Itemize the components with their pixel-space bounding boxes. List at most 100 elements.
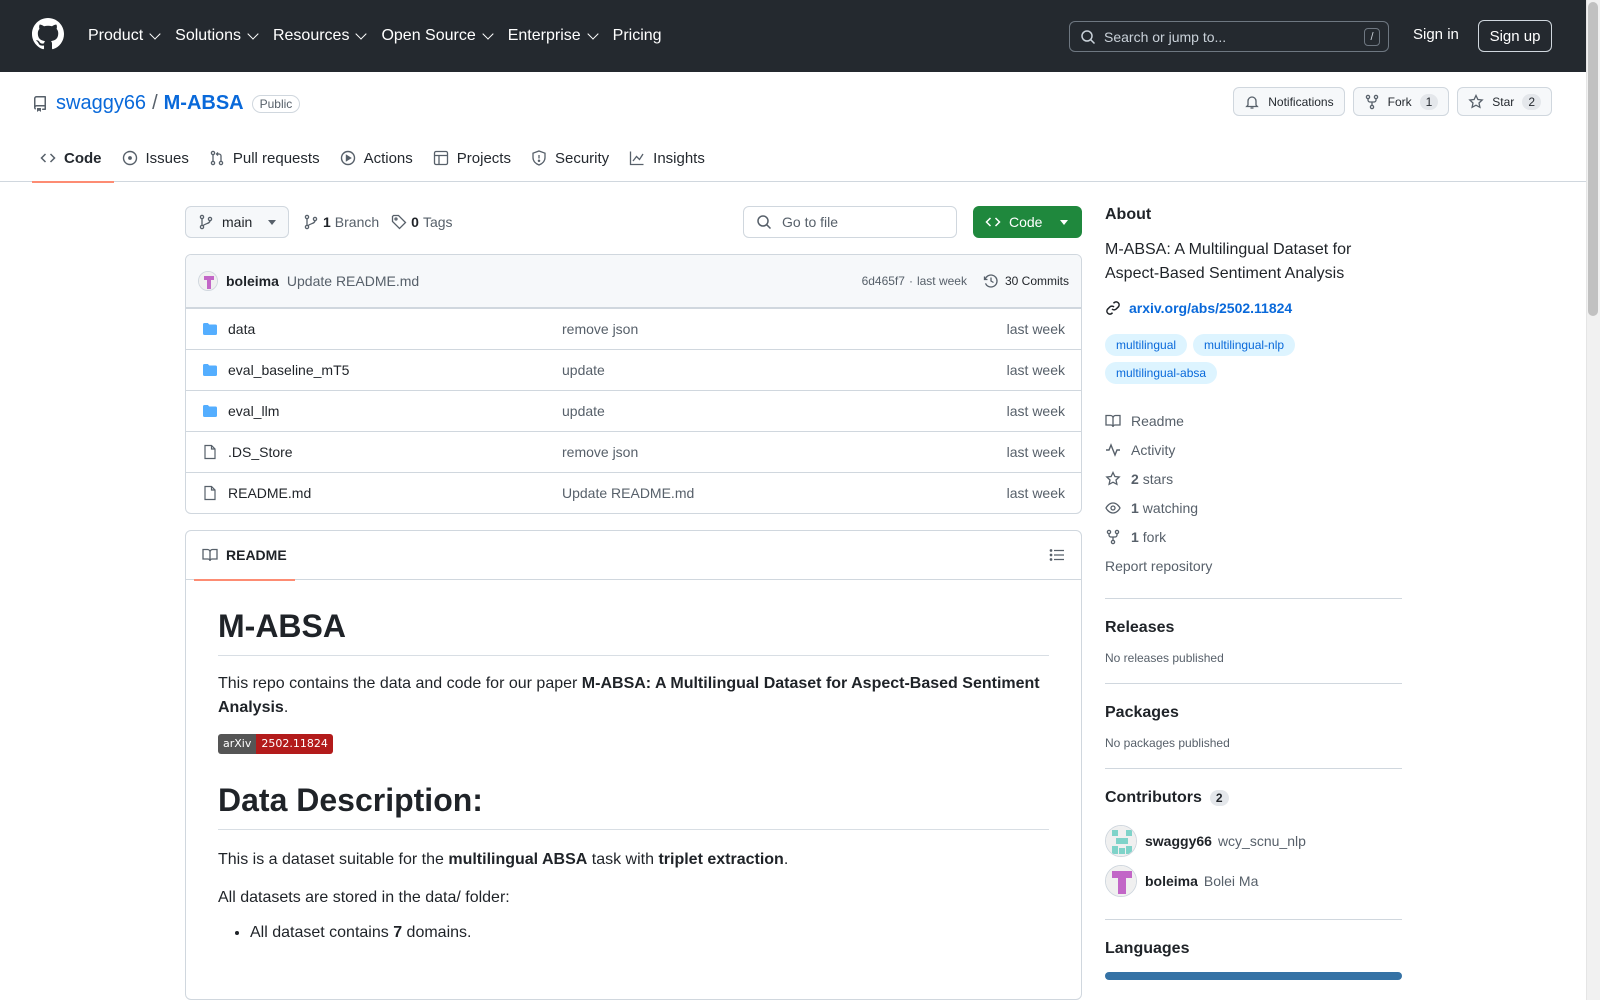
activity-link[interactable]: Activity <box>1105 435 1402 464</box>
tab-issues[interactable]: Issues <box>114 134 201 182</box>
notifications-button[interactable]: Notifications <box>1233 87 1345 116</box>
file-commit-message[interactable]: remove json <box>562 321 638 337</box>
commit-hash-link[interactable]: 6d465f7 <box>862 274 905 288</box>
nav-resources[interactable]: Resources <box>273 27 368 45</box>
contributor-item[interactable]: swaggy66 wcy_scnu_nlp <box>1105 821 1402 861</box>
tags-count: 0 <box>411 214 419 230</box>
commits-history-link[interactable]: 30 Commits <box>983 273 1069 289</box>
slash-key-hint: / <box>1364 28 1380 46</box>
repo-name-link[interactable]: M-ABSA <box>164 92 244 115</box>
readme-link[interactable]: Readme <box>1105 406 1402 435</box>
nav-pricing[interactable]: Pricing <box>613 27 662 45</box>
avatar <box>1105 825 1137 857</box>
file-row[interactable]: README.md Update README.md last week <box>186 472 1081 513</box>
contributor-item[interactable]: boleima Bolei Ma <box>1105 861 1402 901</box>
commit-time: last week <box>916 274 967 288</box>
branch-icon <box>304 214 318 230</box>
file-icon <box>202 485 220 501</box>
forks-link[interactable]: 1 fork <box>1105 522 1402 551</box>
top-nav: Product Solutions Resources Open Source … <box>88 0 678 72</box>
topic-tag[interactable]: multilingual-absa <box>1105 362 1218 384</box>
file-row[interactable]: .DS_Store remove json last week <box>186 431 1081 472</box>
commit-message-link[interactable]: Update README.md <box>287 273 419 289</box>
branches-count: 1 <box>323 214 331 230</box>
scrollbar-thumb[interactable] <box>1588 2 1598 316</box>
tab-actions[interactable]: Actions <box>332 134 425 182</box>
file-name-link[interactable]: eval_llm <box>228 403 562 419</box>
packages-heading[interactable]: Packages <box>1105 704 1402 722</box>
nav-solutions[interactable]: Solutions <box>175 27 259 45</box>
readme-link-label: Readme <box>1131 412 1184 429</box>
tab-projects[interactable]: Projects <box>425 134 523 182</box>
repo-tabs: Code Issues Pull requests Actions Projec… <box>32 134 717 183</box>
outline-list-icon[interactable] <box>1049 547 1065 563</box>
file-row[interactable]: data remove json last week <box>186 308 1081 349</box>
chevron-down-icon <box>482 27 494 40</box>
readme-tab[interactable]: README <box>194 531 295 581</box>
book-icon <box>202 548 218 562</box>
play-icon <box>340 150 355 166</box>
watchers-link[interactable]: 1 watching <box>1105 493 1402 522</box>
contributor-login: swaggy66 <box>1145 833 1212 849</box>
contributor-login: boleima <box>1145 873 1198 889</box>
releases-empty: No releases published <box>1105 651 1224 665</box>
file-commit-message[interactable]: Update README.md <box>562 485 694 501</box>
fork-label: fork <box>1142 528 1167 545</box>
report-repository-link[interactable]: Report repository <box>1105 551 1402 580</box>
readme-panel: README M-ABSA This repo contains the dat… <box>185 530 1082 1000</box>
contributors-count: 2 <box>1209 790 1229 806</box>
commit-author-link[interactable]: boleima <box>226 273 279 289</box>
contributors-heading[interactable]: Contributors 2 <box>1105 789 1402 807</box>
tab-insights[interactable]: Insights <box>621 134 717 182</box>
avatar <box>1105 865 1137 897</box>
repo-owner-link[interactable]: swaggy66 <box>56 92 146 115</box>
tab-code[interactable]: Code <box>32 134 114 183</box>
star-button[interactable]: Star 2 <box>1457 87 1552 116</box>
book-icon <box>1105 414 1121 427</box>
branch-name: main <box>222 214 253 230</box>
file-commit-message[interactable]: update <box>562 362 605 378</box>
tags-link[interactable]: 0 Tags <box>391 214 453 230</box>
search-input[interactable]: Search or jump to... / <box>1069 21 1389 52</box>
go-to-file-placeholder: Go to file <box>782 214 839 230</box>
branches-link[interactable]: 1 Branch <box>303 214 379 230</box>
avatar[interactable] <box>198 271 218 291</box>
nav-product[interactable]: Product <box>88 27 161 45</box>
topic-tag[interactable]: multilingual <box>1105 334 1188 356</box>
branch-select-button[interactable]: main <box>185 206 289 238</box>
language-bar <box>1105 972 1402 980</box>
sign-in-link[interactable]: Sign in <box>1413 26 1459 43</box>
go-to-file-input[interactable]: Go to file <box>743 206 957 238</box>
tab-pull-requests[interactable]: Pull requests <box>201 134 332 182</box>
releases-heading[interactable]: Releases <box>1105 619 1402 637</box>
issue-icon <box>122 150 137 166</box>
file-row[interactable]: eval_llm update last week <box>186 390 1081 431</box>
nav-enterprise[interactable]: Enterprise <box>508 27 599 45</box>
fork-icon <box>1365 94 1378 109</box>
text: task with <box>587 851 659 868</box>
file-name-link[interactable]: eval_baseline_mT5 <box>228 362 562 378</box>
file-commit-message[interactable]: update <box>562 403 605 419</box>
github-logo-icon[interactable] <box>32 18 64 50</box>
history-icon <box>983 274 998 288</box>
page-scrollbar[interactable] <box>1586 0 1600 1000</box>
homepage-link[interactable]: arxiv.org/abs/2502.11824 <box>1105 300 1402 316</box>
fork-button[interactable]: Fork 1 <box>1352 87 1450 116</box>
code-dropdown-button[interactable]: Code <box>973 206 1082 238</box>
file-name-link[interactable]: README.md <box>228 485 562 501</box>
file-name-link[interactable]: .DS_Store <box>228 444 562 460</box>
caret-down-icon <box>268 219 276 225</box>
topic-tag[interactable]: multilingual-nlp <box>1193 334 1296 356</box>
tab-security[interactable]: Security <box>523 134 621 182</box>
sign-up-button[interactable]: Sign up <box>1478 20 1552 52</box>
code-button-label: Code <box>1009 214 1043 230</box>
file-commit-message[interactable]: remove json <box>562 444 638 460</box>
separator: · <box>908 274 913 288</box>
nav-open-source[interactable]: Open Source <box>381 27 494 45</box>
file-row[interactable]: eval_baseline_mT5 update last week <box>186 349 1081 390</box>
fork-count: 1 <box>1131 528 1139 545</box>
arxiv-badge[interactable]: arXiv 2502.11824 <box>218 734 333 754</box>
stars-link[interactable]: 2 stars <box>1105 464 1402 493</box>
file-name-link[interactable]: data <box>228 321 562 337</box>
readme-title: M-ABSA <box>218 608 1049 656</box>
